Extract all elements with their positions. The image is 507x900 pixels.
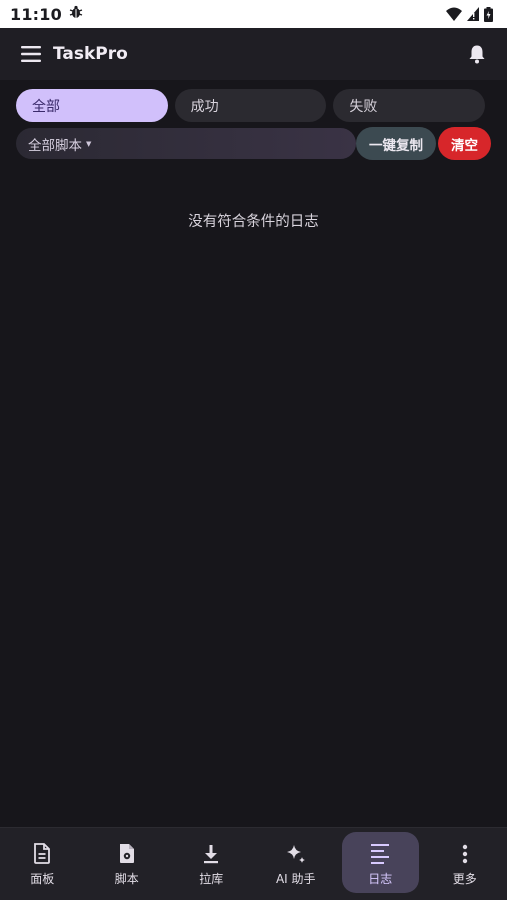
bottom-nav: 面板 脚本 拉库 AI 助手 日志 更多 xyxy=(0,827,507,900)
nav-item-more[interactable]: 更多 xyxy=(423,828,507,900)
nav-item-ai-assistant[interactable]: AI 助手 xyxy=(254,828,339,900)
nav-item-logs[interactable]: 日志 xyxy=(338,828,423,900)
copy-all-button[interactable]: 一键复制 xyxy=(356,127,436,160)
menu-icon[interactable] xyxy=(20,43,42,65)
tab-label: 失败 xyxy=(349,98,378,115)
filter-tabs: 全部 成功 失败 xyxy=(16,89,486,122)
status-time: 11:10 xyxy=(10,4,62,24)
nav-item-scripts[interactable]: 脚本 xyxy=(85,828,170,900)
script-filter-dropdown[interactable]: 全部脚本 ▼ xyxy=(16,128,356,159)
wifi-icon xyxy=(446,7,462,21)
nav-label: 脚本 xyxy=(114,871,139,886)
bug-icon xyxy=(68,4,84,24)
download-icon xyxy=(200,843,222,865)
nav-label: AI 助手 xyxy=(275,871,316,886)
battery-icon xyxy=(484,6,493,22)
tab-label: 成功 xyxy=(190,98,219,115)
clear-button[interactable]: 清空 xyxy=(438,127,491,160)
bell-icon[interactable] xyxy=(465,42,489,66)
script-file-icon xyxy=(116,843,138,865)
status-bar: 11:10 xyxy=(0,0,507,28)
nav-label: 面板 xyxy=(30,871,55,886)
sparkle-icon xyxy=(285,843,307,865)
tab-failed[interactable]: 失败 xyxy=(333,89,486,122)
nav-label: 拉库 xyxy=(199,871,224,886)
nav-item-panel[interactable]: 面板 xyxy=(0,828,85,900)
nav-label: 更多 xyxy=(452,871,477,886)
tab-all[interactable]: 全部 xyxy=(16,89,168,122)
tab-success[interactable]: 成功 xyxy=(174,89,327,122)
signal-icon xyxy=(467,7,479,21)
log-lines-icon xyxy=(369,843,391,865)
nav-label: 日志 xyxy=(368,871,393,886)
empty-state-message: 没有符合条件的日志 xyxy=(188,214,319,230)
document-icon xyxy=(31,843,53,865)
dropdown-caret-icon: ▼ xyxy=(86,140,92,148)
nav-item-pull[interactable]: 拉库 xyxy=(169,828,254,900)
more-vertical-icon xyxy=(454,843,476,865)
action-row: 全部脚本 ▼ 一键复制 清空 xyxy=(16,127,491,160)
script-filter-value: 全部脚本 xyxy=(28,137,82,154)
tab-label: 全部 xyxy=(32,98,60,115)
app-title: TaskPro xyxy=(53,44,128,64)
app-bar: TaskPro xyxy=(0,28,507,80)
